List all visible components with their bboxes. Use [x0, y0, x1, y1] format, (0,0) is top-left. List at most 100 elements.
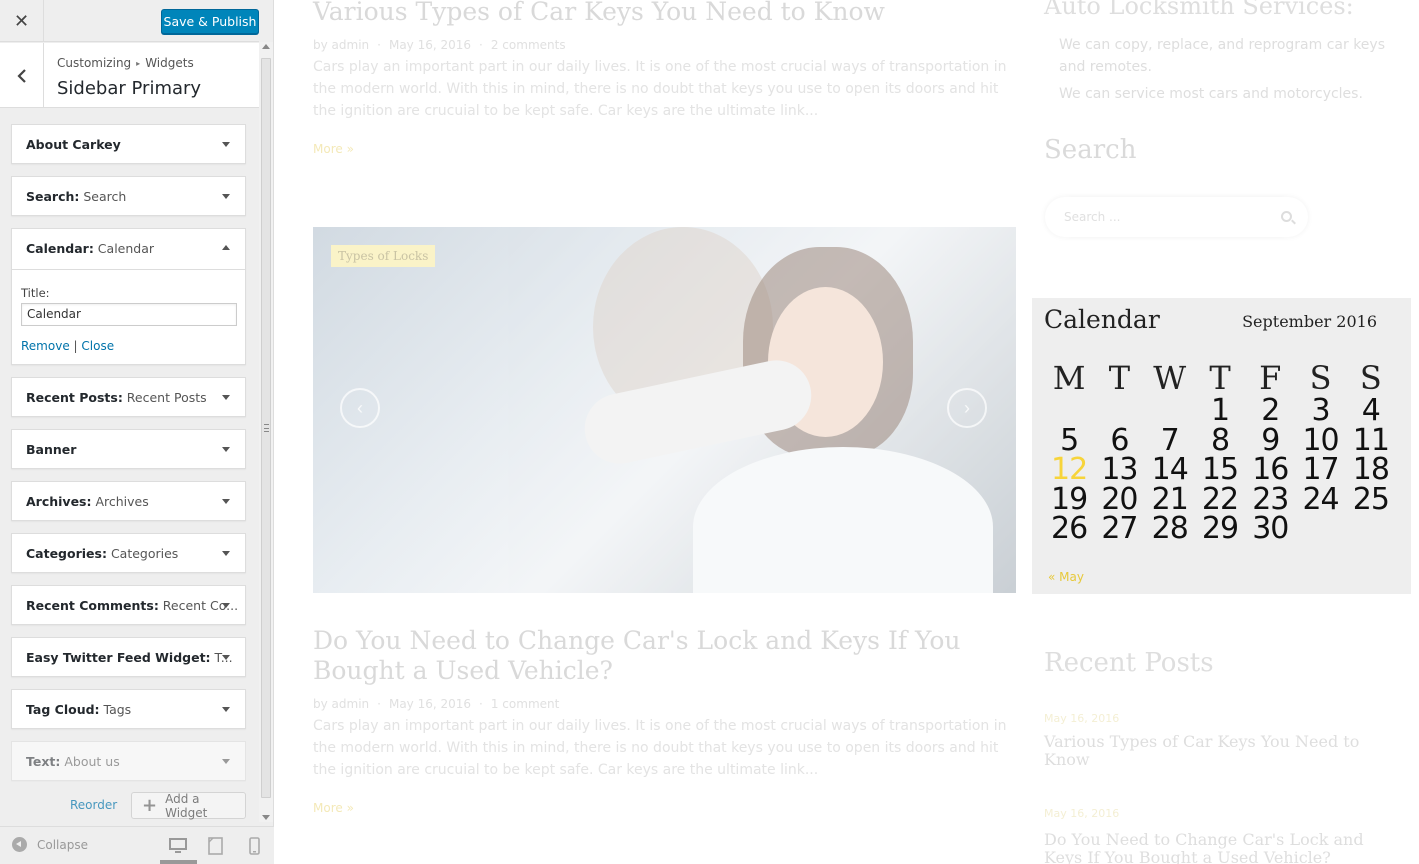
- caret-up-icon[interactable]: [222, 245, 230, 250]
- widget-title: Search: Search: [26, 189, 127, 204]
- reorder-link[interactable]: Reorder: [70, 798, 117, 812]
- search-widget-title: Search: [1044, 135, 1137, 165]
- remove-link[interactable]: Remove: [21, 339, 70, 353]
- search-placeholder: Search ...: [1064, 210, 1121, 224]
- mobile-preview-icon[interactable]: [246, 837, 264, 855]
- caret-down-icon[interactable]: [222, 194, 230, 199]
- widget-title: Recent Posts: Recent Posts: [26, 390, 207, 405]
- slider-next-icon[interactable]: ›: [947, 388, 987, 428]
- title-input[interactable]: Calendar: [21, 303, 237, 326]
- widget-title: Calendar: Calendar: [26, 241, 155, 256]
- caret-down-icon[interactable]: [222, 655, 230, 660]
- caret-down-icon[interactable]: [222, 142, 230, 147]
- calendar-day: 28: [1151, 511, 1189, 546]
- post-meta: by admin · May 16, 2016 · 2 comments: [313, 38, 566, 52]
- recent-post-link[interactable]: Various Types of Car Keys You Need to Kn…: [1044, 733, 1384, 769]
- widget-text[interactable]: Text: About us: [11, 741, 246, 781]
- calendar-blank-cell: [1044, 396, 1094, 426]
- save-publish-button[interactable]: Save & Publish: [161, 9, 259, 34]
- read-more-link[interactable]: More »: [313, 801, 354, 815]
- caret-down-icon[interactable]: [222, 551, 230, 556]
- post-author[interactable]: by admin: [313, 697, 369, 711]
- featured-image[interactable]: [313, 227, 1016, 593]
- widget-title: Banner: [26, 442, 77, 457]
- post-date[interactable]: May 16, 2016: [389, 697, 471, 711]
- customizer-app: ✕ Save & Publish Customizing ▸ Widgets S…: [0, 0, 1419, 864]
- meta-dot: ·: [377, 697, 381, 711]
- calendar-today: 12: [1051, 452, 1088, 487]
- scrollbar-thumb[interactable]: [261, 58, 271, 798]
- caret-down-icon[interactable]: [222, 395, 230, 400]
- recent-posts-title: Recent Posts: [1044, 648, 1214, 678]
- caret-down-icon[interactable]: [222, 759, 230, 764]
- recent-post-link[interactable]: Do You Need to Change Car's Lock and Key…: [1044, 831, 1384, 864]
- widget-banner[interactable]: Banner: [11, 429, 246, 469]
- breadcrumb-separator-icon: ▸: [136, 58, 141, 68]
- post-excerpt: Cars play an important part in our daily…: [313, 718, 1007, 778]
- post-author[interactable]: by admin: [313, 38, 369, 52]
- calendar-day: 29: [1201, 511, 1239, 546]
- widget-title: Archives: Archives: [26, 494, 149, 509]
- post-comments[interactable]: 2 comments: [491, 38, 566, 52]
- add-widget-button[interactable]: + Add a Widget: [131, 792, 246, 820]
- calendar-prev-month-link[interactable]: « May: [1048, 570, 1084, 584]
- caret-down-icon[interactable]: [222, 603, 230, 608]
- calendar-weekday-header: S: [1309, 359, 1332, 397]
- post-date[interactable]: May 16, 2016: [389, 38, 471, 52]
- calendar-day: 21: [1151, 481, 1189, 517]
- services-title: Auto Locksmith Services:: [1044, 0, 1354, 20]
- search-icon[interactable]: [1281, 211, 1292, 222]
- calendar-day: 18: [1352, 452, 1390, 487]
- calendar-day: 4: [1361, 393, 1381, 428]
- search-input[interactable]: Search ...: [1045, 197, 1308, 237]
- widget-archives[interactable]: Archives: Archives: [11, 481, 246, 521]
- widget-recent-comments[interactable]: Recent Comments: Recent Co...: [11, 585, 246, 625]
- widget-tag-cloud[interactable]: Tag Cloud: Tags: [11, 689, 246, 729]
- collapse-icon: [12, 837, 27, 852]
- category-tag[interactable]: Types of Locks: [331, 245, 436, 267]
- meta-dot: ·: [479, 697, 483, 711]
- caret-down-icon[interactable]: [222, 499, 230, 504]
- divider: [12, 269, 245, 270]
- caret-down-icon[interactable]: [222, 447, 230, 452]
- desktop-preview-icon[interactable]: [169, 837, 187, 855]
- services-line: and remotes.: [1059, 59, 1152, 75]
- post-meta: by admin · May 16, 2016 · 1 comment: [313, 697, 559, 711]
- widget-twitter-feed[interactable]: Easy Twitter Feed Widget: T...: [11, 637, 246, 677]
- close-customizer-button[interactable]: ✕: [0, 0, 44, 42]
- calendar-day: 27: [1101, 511, 1138, 546]
- widget-about-carkey[interactable]: About Carkey: [11, 124, 246, 164]
- customizer-header: ✕ Save & Publish: [0, 0, 259, 42]
- widget-calendar[interactable]: Calendar: Calendar Title: Calendar Remov…: [11, 228, 246, 365]
- plus-icon: +: [142, 794, 158, 816]
- calendar-grid: M T W T F S S 1 2 3 4 5 6 7 8 9 10 11 12 13 14 15 16 17 18 19 20 21…: [1044, 360, 1396, 544]
- customizer-sidebar: ✕ Save & Publish Customizing ▸ Widgets S…: [0, 0, 274, 864]
- calendar-day: 7: [1160, 422, 1180, 458]
- widget-search[interactable]: Search: Search: [11, 176, 246, 216]
- post-excerpt: Cars play an important part in our daily…: [313, 59, 1007, 119]
- widget-categories[interactable]: Categories: Categories: [11, 533, 246, 573]
- back-button[interactable]: [0, 43, 44, 108]
- scroll-down-arrow-icon[interactable]: [262, 815, 270, 820]
- post-title[interactable]: Do You Need to Change Car's Lock and Key…: [313, 626, 1013, 686]
- post-title[interactable]: Various Types of Car Keys You Need to Kn…: [313, 0, 1013, 27]
- widget-recent-posts[interactable]: Recent Posts: Recent Posts: [11, 377, 246, 417]
- close-link[interactable]: Close: [81, 339, 114, 353]
- calendar-day: 26: [1051, 511, 1088, 546]
- sidebar-scrollbar[interactable]: [259, 42, 273, 822]
- scroll-up-arrow-icon[interactable]: [262, 44, 270, 49]
- calendar-day: 10: [1302, 422, 1339, 458]
- calendar-day: 24: [1302, 481, 1339, 517]
- chevron-left-icon: [16, 68, 26, 83]
- calendar-day: 15: [1201, 452, 1239, 487]
- calendar-day: 6: [1110, 422, 1129, 458]
- collapse-button[interactable]: Collapse: [12, 837, 88, 852]
- caret-down-icon[interactable]: [222, 707, 230, 712]
- calendar-day: 19: [1051, 481, 1088, 517]
- post-comments[interactable]: 1 comment: [491, 697, 559, 711]
- tablet-preview-icon[interactable]: [207, 837, 225, 855]
- slider-prev-icon[interactable]: ‹: [340, 388, 380, 428]
- read-more-link[interactable]: More »: [313, 142, 354, 156]
- meta-dot: ·: [377, 38, 381, 52]
- widget-title: Categories: Categories: [26, 546, 179, 561]
